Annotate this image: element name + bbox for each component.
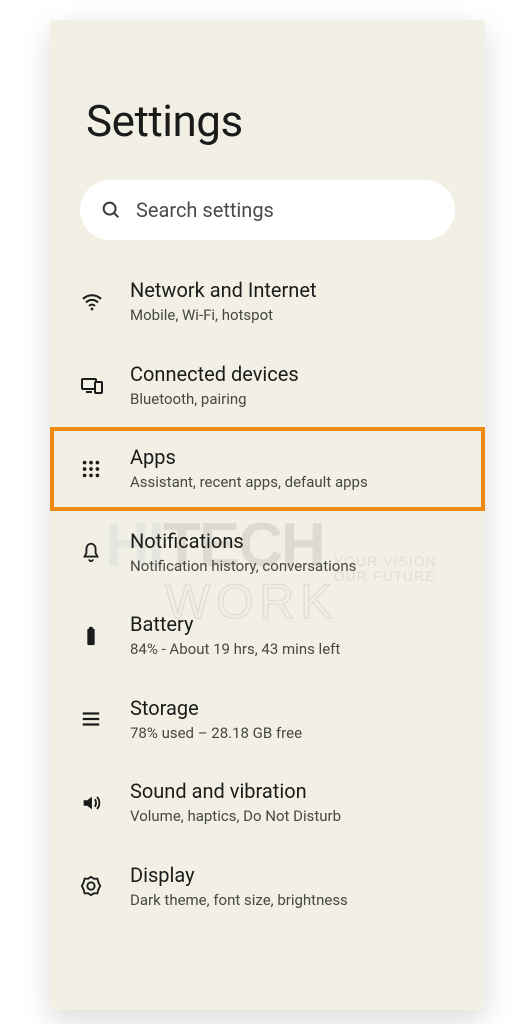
- row-title: Sound and vibration: [130, 779, 467, 804]
- row-subtitle: Volume, haptics, Do Not Disturb: [130, 807, 467, 827]
- settings-list: Network and Internet Mobile, Wi-Fi, hots…: [50, 260, 485, 928]
- row-subtitle: 84% - About 19 hrs, 43 mins left: [130, 640, 467, 660]
- row-subtitle: Assistant, recent apps, default apps: [130, 473, 467, 493]
- row-title: Display: [130, 863, 467, 888]
- settings-screen: Settings Search settings HI TECH YOUR VI…: [50, 20, 485, 1010]
- display-icon: [80, 875, 130, 897]
- row-subtitle: 78% used – 28.18 GB free: [130, 724, 467, 744]
- row-subtitle: Dark theme, font size, brightness: [130, 891, 467, 911]
- row-network[interactable]: Network and Internet Mobile, Wi-Fi, hots…: [50, 260, 485, 344]
- row-storage[interactable]: Storage 78% used – 28.18 GB free: [50, 678, 485, 762]
- apps-icon: [80, 458, 130, 480]
- row-title: Storage: [130, 696, 467, 721]
- storage-icon: [80, 708, 130, 730]
- search-placeholder: Search settings: [136, 198, 274, 222]
- search-bar[interactable]: Search settings: [80, 180, 455, 240]
- row-notifications[interactable]: Notifications Notification history, conv…: [50, 511, 485, 595]
- search-icon: [100, 199, 122, 221]
- devices-icon: [80, 373, 130, 397]
- row-battery[interactable]: Battery 84% - About 19 hrs, 43 mins left: [50, 594, 485, 678]
- row-title: Notifications: [130, 529, 467, 554]
- wifi-icon: [80, 290, 130, 314]
- battery-icon: [80, 625, 130, 647]
- row-connected-devices[interactable]: Connected devices Bluetooth, pairing: [50, 344, 485, 428]
- row-sound[interactable]: Sound and vibration Volume, haptics, Do …: [50, 761, 485, 845]
- bell-icon: [80, 541, 130, 563]
- row-subtitle: Notification history, conversations: [130, 557, 467, 577]
- row-title: Apps: [130, 445, 467, 470]
- row-apps[interactable]: Apps Assistant, recent apps, default app…: [50, 427, 485, 511]
- row-subtitle: Mobile, Wi-Fi, hotspot: [130, 306, 467, 326]
- row-title: Network and Internet: [130, 278, 467, 303]
- page-title: Settings: [86, 95, 243, 147]
- sound-icon: [80, 792, 130, 814]
- row-subtitle: Bluetooth, pairing: [130, 390, 467, 410]
- row-title: Connected devices: [130, 362, 467, 387]
- row-display[interactable]: Display Dark theme, font size, brightnes…: [50, 845, 485, 929]
- row-title: Battery: [130, 612, 467, 637]
